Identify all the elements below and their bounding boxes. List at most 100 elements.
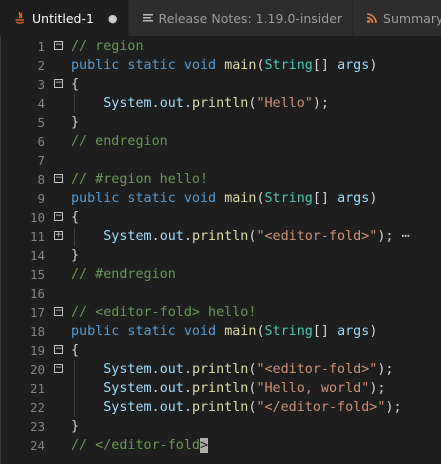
token-punct: . [183, 362, 192, 377]
token-punct: ) [369, 324, 378, 339]
code-text: { [71, 208, 79, 227]
java-icon [14, 11, 26, 25]
line-number: 6 [37, 134, 45, 149]
token-comment: // </editor-fold [71, 438, 200, 453]
token-function: println [191, 381, 249, 396]
code-line[interactable]: 3−{ [1, 75, 441, 94]
token-keyword: public static void [71, 58, 225, 73]
code-line[interactable]: 22 System.out.println("</editor-fold>"); [1, 398, 441, 417]
code-text: System.out.println("Hello, world"); [71, 379, 385, 398]
code-line[interactable]: 7 [1, 151, 441, 170]
rss-icon [367, 13, 377, 23]
code-line[interactable]: 2 public static void main(String[] args) [1, 56, 441, 75]
code-line[interactable]: 24 // </editor-fold> [1, 436, 441, 455]
code-line[interactable]: 20− System.out.println("<editor-fold>"); [1, 360, 441, 379]
tab-release-notes[interactable]: Release Notes: 1.19.0-insider [128, 0, 354, 36]
token-type: String [264, 324, 313, 339]
token-type: String [264, 58, 313, 73]
document-lines-icon [142, 13, 153, 23]
token-punct: { [71, 77, 80, 92]
token-function: println [191, 362, 249, 377]
line-number: 18 [29, 324, 45, 339]
fold-collapse-icon[interactable]: − [54, 345, 63, 354]
code-line[interactable]: 10−{ [1, 208, 441, 227]
token-string: "<editor-fold>" [256, 362, 378, 377]
token-comment: // endregion [71, 134, 168, 149]
token-variable: out [159, 400, 184, 415]
code-text: { [71, 75, 79, 94]
code-line[interactable]: 21 System.out.println("Hello, world"); [1, 379, 441, 398]
token-string: "Hello, world" [256, 381, 370, 396]
code-text: } [71, 417, 79, 436]
fold-collapse-icon[interactable]: − [54, 41, 63, 50]
token-punct: ); [377, 362, 394, 377]
token-comment: // <editor-fold> hello! [71, 305, 257, 320]
code-line[interactable]: 19−{ [1, 341, 441, 360]
code-line[interactable]: 14} [1, 246, 441, 265]
fold-collapse-icon[interactable]: − [54, 212, 63, 221]
token-string: "<editor-fold>" [256, 229, 378, 244]
code-text: public static void main(String[] args) [71, 322, 377, 341]
token-variable: System [103, 381, 152, 396]
code-line[interactable]: 18 public static void main(String[] args) [1, 322, 441, 341]
code-text: // <editor-fold> hello! [71, 303, 256, 322]
unsaved-dot-icon[interactable]: ● [108, 12, 118, 25]
token-cursor: > [200, 438, 209, 453]
fold-expand-icon[interactable]: + [54, 231, 63, 240]
token-variable: out [159, 381, 184, 396]
token-punct: . [151, 96, 160, 111]
line-number: 7 [37, 153, 45, 168]
token-punct: ( [256, 58, 265, 73]
tab-bar: Untitled-1 ● Release Notes: 1.19.0-insid… [0, 0, 441, 36]
token-variable: args [337, 191, 370, 206]
token-variable: args [337, 58, 370, 73]
token-punct: { [71, 210, 80, 225]
code-text: { [71, 341, 79, 360]
token-variable: args [337, 324, 370, 339]
code-line[interactable]: 17−// <editor-fold> hello! [1, 303, 441, 322]
code-editor[interactable]: 1−// region 2 public static void main(Stri… [0, 36, 441, 464]
line-number: 9 [37, 191, 45, 206]
token-punct: ( [256, 191, 265, 206]
token-punct [71, 96, 103, 111]
fold-collapse-icon[interactable]: − [54, 79, 63, 88]
code-line[interactable]: 9 public static void main(String[] args) [1, 189, 441, 208]
line-number: 4 [37, 96, 45, 111]
line-number: 10 [29, 210, 45, 225]
code-line[interactable]: 4 System.out.println("Hello"); [1, 94, 441, 113]
fold-collapse-icon[interactable]: − [54, 307, 63, 316]
token-variable: System [103, 229, 152, 244]
code-line[interactable]: 1−// region [1, 37, 441, 56]
token-punct: . [183, 400, 192, 415]
folded-ellipsis-icon: ⋯ [393, 229, 410, 244]
code-line[interactable]: 11 + System.out.println("<editor-fold>");… [1, 227, 441, 246]
code-text: System.out.println("Hello"); [71, 94, 329, 113]
fold-collapse-icon[interactable]: − [54, 364, 63, 373]
token-function: main [224, 191, 257, 206]
token-punct: . [151, 400, 160, 415]
code-text: // region [71, 37, 144, 56]
tab-untitled-1[interactable]: Untitled-1 ● [0, 0, 129, 36]
tab-summary[interactable]: Summary.x [353, 0, 441, 36]
token-punct [71, 229, 103, 244]
token-punct: . [183, 96, 192, 111]
line-number: 19 [29, 343, 45, 358]
token-punct [71, 362, 103, 377]
token-punct: ); [369, 381, 386, 396]
code-line[interactable]: 15 // #endregion [1, 265, 441, 284]
token-punct: } [71, 419, 80, 434]
token-punct: ( [256, 324, 265, 339]
code-text: } [71, 113, 79, 132]
code-line[interactable]: 5} [1, 113, 441, 132]
code-line[interactable]: 8−// #region hello! [1, 170, 441, 189]
token-function: println [191, 96, 249, 111]
token-punct: ) [369, 58, 378, 73]
code-line[interactable]: 16 [1, 284, 441, 303]
token-punct: [] [312, 191, 338, 206]
code-line[interactable]: 23} [1, 417, 441, 436]
token-comment: // region [71, 39, 144, 54]
code-line[interactable]: 6 // endregion [1, 132, 441, 151]
tab-label: Summary.x [383, 10, 441, 26]
fold-collapse-icon[interactable]: − [54, 174, 63, 183]
token-keyword: public static void [71, 191, 225, 206]
